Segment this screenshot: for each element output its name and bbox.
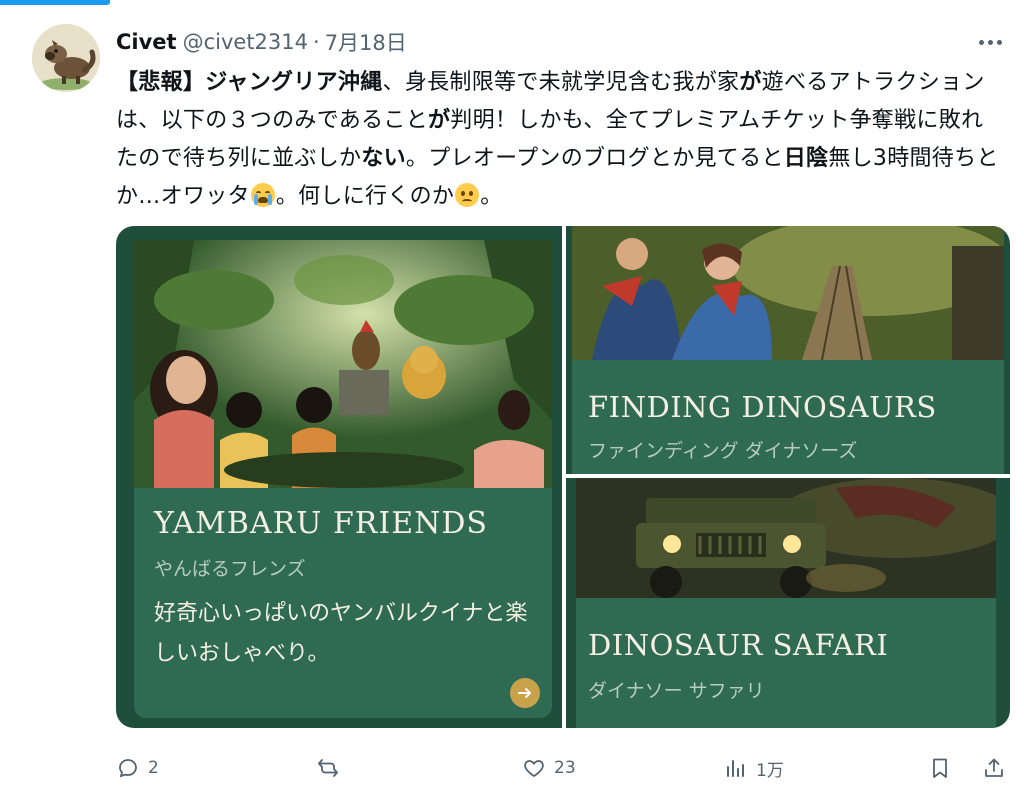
bookmark-button[interactable]: [928, 748, 952, 788]
reply-button[interactable]: 2: [116, 748, 159, 788]
yambaru-description: 好奇心いっぱいのヤンバルクイナと楽しいおしゃべり。: [154, 601, 528, 666]
dinosaur-safari-title: DINOSAUR SAFARI: [588, 628, 889, 662]
media-finding-dinosaurs[interactable]: FINDING DINOSAURS ファインディング ダイナソーズ: [566, 226, 1010, 474]
like-button[interactable]: 23: [522, 748, 576, 788]
tweet-text-segment: が: [427, 108, 451, 133]
frowning-face-icon: [455, 183, 480, 207]
media-yambaru-friends[interactable]: YAMBARU FRIENDS やんばるフレンズ 好奇心いっぱいのヤンバルクイナ…: [116, 226, 562, 728]
tweet-header: Civet @civet2314 · 7月18日: [116, 26, 407, 58]
tweet-text: 【悲報】ジャングリア沖縄、身長制限等で未就学児含む我が家が遊べるアトラクションは…: [116, 64, 1002, 216]
author-handle[interactable]: @civet2314: [183, 30, 308, 54]
media-dinosaur-safari[interactable]: DINOSAUR SAFARI ダイナソー サファリ: [566, 478, 1010, 728]
avatar[interactable]: [32, 24, 100, 92]
action-bar: 2 23 1万: [116, 748, 1012, 788]
tweet[interactable]: Civet @civet2314 · 7月18日 【悲報】ジャングリア沖縄、身長…: [0, 0, 1024, 798]
retweet-icon: [318, 759, 338, 777]
share-button[interactable]: [982, 748, 1006, 788]
tweet-text-segment: 。何しに行くのか: [275, 184, 455, 209]
finding-dinosaurs-info-card: FINDING DINOSAURS ファインディング ダイナソーズ: [572, 360, 1004, 474]
finding-dinosaurs-title: FINDING DINOSAURS: [588, 390, 937, 424]
retweet-button[interactable]: [316, 748, 348, 788]
tweet-text-segment: 。: [480, 184, 503, 209]
jeep-photo-image: [576, 478, 996, 598]
tweet-text-segment: 。プレオープンのブログとか見てると: [405, 146, 784, 171]
loudly-crying-face-icon: [250, 183, 275, 207]
tweet-text-segment: 【悲報】: [116, 70, 206, 95]
yambaru-info-card: YAMBARU FRIENDS やんばるフレンズ 好奇心いっぱいのヤンバルクイナ…: [134, 488, 552, 718]
bridge-photo-image: [572, 226, 1004, 360]
yambaru-title: YAMBARU FRIENDS: [154, 506, 488, 541]
jungle-photo-image: [134, 240, 552, 488]
tweet-text-segment: が: [739, 70, 762, 95]
arrow-right-icon[interactable]: [510, 678, 540, 708]
reply-count: 2: [148, 758, 159, 778]
views-icon: [727, 760, 744, 777]
dinosaur-safari-info-card: DINOSAUR SAFARI ダイナソー サファリ: [576, 598, 996, 728]
share-icon: [985, 758, 1003, 777]
reply-icon: [119, 759, 137, 778]
tweet-text-segment: ない: [361, 146, 406, 171]
media-grid[interactable]: YAMBARU FRIENDS やんばるフレンズ 好奇心いっぱいのヤンバルクイナ…: [116, 226, 1010, 728]
tweet-date[interactable]: 7月18日: [325, 27, 407, 57]
separator-dot: ·: [313, 30, 320, 54]
tweet-text-segment: 日陰: [783, 146, 829, 171]
tweet-text-segment: ジャングリア沖縄: [205, 70, 383, 95]
views-count: 1万: [756, 760, 784, 781]
finding-dinosaurs-subtitle: ファインディング ダイナソーズ: [588, 440, 858, 462]
heart-icon: [524, 760, 544, 778]
like-count: 23: [554, 758, 576, 778]
more-options-icon[interactable]: [974, 30, 1006, 54]
tweet-text-segment: 、身長制限等で未就学児含む我が家: [382, 70, 740, 95]
dinosaur-safari-subtitle: ダイナソー サファリ: [588, 680, 765, 702]
bookmark-icon: [933, 758, 947, 778]
author-name[interactable]: Civet: [116, 30, 177, 54]
views-button[interactable]: 1万: [724, 748, 784, 788]
yambaru-subtitle: やんばるフレンズ: [154, 558, 306, 580]
